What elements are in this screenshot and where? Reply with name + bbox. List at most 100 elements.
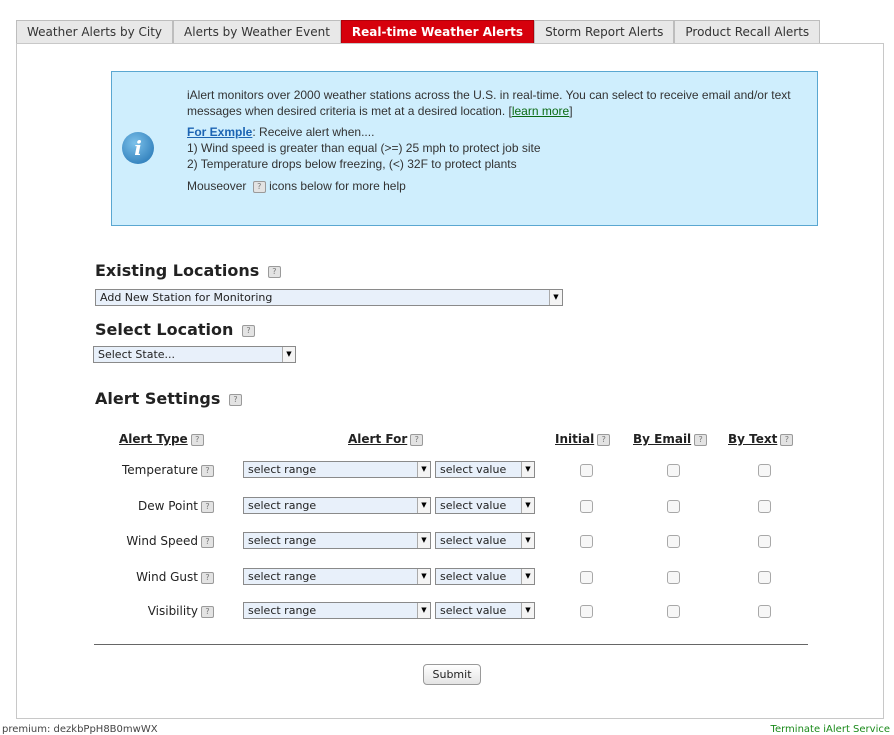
dew-point-text-checkbox[interactable] [758, 500, 771, 513]
row-label-wind-speed: Wind Speed? [94, 534, 214, 548]
dew-point-email-checkbox[interactable] [667, 500, 680, 513]
tab-weather-alerts-by-city[interactable]: Weather Alerts by City [16, 20, 174, 43]
wind-gust-email-checkbox[interactable] [667, 571, 680, 584]
col-alert-for: Alert For? [348, 432, 424, 446]
help-icon[interactable]: ? [780, 433, 794, 446]
info-intro-end: ] [569, 104, 573, 118]
wind-gust-initial-checkbox[interactable] [580, 571, 593, 584]
info-box: i iAlert monitors over 2000 weather stat… [111, 71, 818, 226]
info-text: iAlert monitors over 2000 weather statio… [187, 87, 797, 199]
col-initial: Initial? [555, 432, 611, 446]
state-select-value: Select State... [98, 348, 176, 361]
chevron-down-icon: ▼ [417, 569, 430, 584]
dew-point-initial-checkbox[interactable] [580, 500, 593, 513]
chevron-down-icon: ▼ [417, 603, 430, 618]
help-icon[interactable]: ? [201, 500, 214, 513]
row-label-visibility: Visibility? [94, 604, 214, 618]
info-intro-text: iAlert monitors over 2000 weather statio… [187, 88, 791, 118]
range-select-value: select range [248, 604, 317, 617]
wind-gust-value-select[interactable]: select value ▼ [435, 568, 535, 585]
row-label-wind-gust: Wind Gust? [94, 570, 214, 584]
help-icon: ? [252, 180, 266, 193]
row-label-text: Wind Gust [136, 570, 198, 584]
tab-alerts-by-weather-event[interactable]: Alerts by Weather Event [173, 20, 341, 43]
info-intro: iAlert monitors over 2000 weather statio… [187, 87, 797, 119]
visibility-email-checkbox[interactable] [667, 605, 680, 618]
help-icon[interactable]: ? [597, 433, 611, 446]
example-2: 2) Temperature drops below freezing, (<)… [187, 157, 517, 171]
tab-real-time-weather-alerts[interactable]: Real-time Weather Alerts [340, 20, 535, 43]
wind-speed-range-select[interactable]: select range ▼ [243, 532, 431, 549]
dew-point-range-select[interactable]: select range ▼ [243, 497, 431, 514]
visibility-initial-checkbox[interactable] [580, 605, 593, 618]
wind-speed-value-select[interactable]: select value ▼ [435, 532, 535, 549]
chevron-down-icon: ▼ [417, 533, 430, 548]
example-label: For Exmple [187, 125, 253, 139]
mouseover-before: Mouseover [187, 179, 247, 193]
chevron-down-icon: ▼ [417, 462, 430, 477]
tab-storm-report-alerts[interactable]: Storm Report Alerts [534, 20, 675, 43]
col-by-text-label: By Text [728, 432, 778, 446]
submit-button[interactable]: Submit [423, 664, 481, 685]
help-icon[interactable]: ? [228, 393, 242, 406]
range-select-value: select range [248, 499, 317, 512]
help-icon[interactable]: ? [694, 433, 708, 446]
help-icon[interactable]: ? [201, 464, 214, 477]
terminate-link[interactable]: Terminate iAlert Service [771, 724, 890, 735]
row-label-dew-point: Dew Point? [94, 499, 214, 513]
help-icon[interactable]: ? [190, 433, 204, 446]
select-location-heading: Select Location ? [95, 320, 255, 339]
wind-speed-email-checkbox[interactable] [667, 535, 680, 548]
visibility-range-select[interactable]: select range ▼ [243, 602, 431, 619]
col-alert-for-label: Alert For [348, 432, 408, 446]
dew-point-value-select[interactable]: select value ▼ [435, 497, 535, 514]
help-icon[interactable]: ? [267, 265, 281, 278]
help-icon[interactable]: ? [201, 571, 214, 584]
wind-gust-text-checkbox[interactable] [758, 571, 771, 584]
range-select-value: select range [248, 534, 317, 547]
info-icon: i [122, 132, 154, 164]
help-icon[interactable]: ? [201, 605, 214, 618]
existing-locations-title: Existing Locations [95, 261, 260, 280]
range-select-value: select range [248, 463, 317, 476]
wind-speed-text-checkbox[interactable] [758, 535, 771, 548]
value-select-value: select value [440, 604, 507, 617]
example-rest: : Receive alert when.... [252, 125, 375, 139]
tab-product-recall-alerts[interactable]: Product Recall Alerts [674, 20, 821, 43]
value-select-value: select value [440, 570, 507, 583]
premium-id: premium: dezkbPpH8B0mwWX [2, 724, 158, 735]
existing-locations-heading: Existing Locations ? [95, 261, 281, 280]
select-location-title: Select Location [95, 320, 234, 339]
help-icon[interactable]: ? [410, 433, 424, 446]
temperature-initial-checkbox[interactable] [580, 464, 593, 477]
temperature-text-checkbox[interactable] [758, 464, 771, 477]
temperature-range-select[interactable]: select range ▼ [243, 461, 431, 478]
help-icon[interactable]: ? [241, 324, 255, 337]
temperature-value-select[interactable]: select value ▼ [435, 461, 535, 478]
state-select[interactable]: Select State... ▼ [93, 346, 296, 363]
info-example: For Exmple: Receive alert when.... 1) Wi… [187, 124, 797, 172]
range-select-value: select range [248, 570, 317, 583]
col-alert-type-label: Alert Type [119, 432, 188, 446]
wind-speed-initial-checkbox[interactable] [580, 535, 593, 548]
visibility-text-checkbox[interactable] [758, 605, 771, 618]
help-icon[interactable]: ? [201, 535, 214, 548]
col-by-email: By Email? [633, 432, 708, 446]
wind-gust-range-select[interactable]: select range ▼ [243, 568, 431, 585]
col-by-text: By Text? [728, 432, 794, 446]
chevron-down-icon: ▼ [282, 347, 295, 362]
existing-locations-select[interactable]: Add New Station for Monitoring ▼ [95, 289, 563, 306]
learn-more-link[interactable]: learn more [512, 104, 569, 118]
row-label-text: Visibility [147, 604, 198, 618]
mouseover-hint: Mouseover ? icons below for more help [187, 178, 797, 194]
col-alert-type: Alert Type? [119, 432, 204, 446]
visibility-value-select[interactable]: select value ▼ [435, 602, 535, 619]
col-by-email-label: By Email [633, 432, 692, 446]
col-initial-label: Initial [555, 432, 595, 446]
value-select-value: select value [440, 463, 507, 476]
temperature-email-checkbox[interactable] [667, 464, 680, 477]
chevron-down-icon: ▼ [521, 533, 534, 548]
value-select-value: select value [440, 534, 507, 547]
row-label-text: Wind Speed [126, 534, 198, 548]
example-1: 1) Wind speed is greater than equal (>=)… [187, 141, 541, 155]
